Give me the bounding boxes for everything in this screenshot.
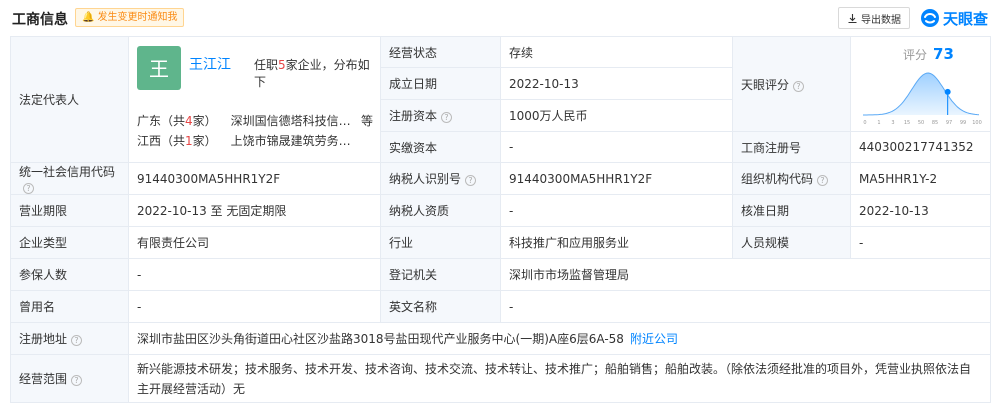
scope-value: 新兴能源技术研发；技术服务、技术开发、技术咨询、技术交流、技术转让、技术推广；船… [128,354,991,403]
help-icon[interactable]: ? [71,375,83,386]
business-info-table: 法定代表人 王 王江江 任职5家企业，分布如下 广东（共4家） 深圳国信德塔科技… [10,36,991,403]
legal-rep-label: 法定代表人 [10,36,129,163]
logo-text: 天眼查 [943,9,989,28]
score-value: 73 [933,45,954,63]
field-value: 91440300MA5HHR1Y2F [128,162,381,195]
field-value: 科技推广和应用服务业 [500,226,733,259]
header: 工商信息 🔔 发生变更时通知我 导出数据 天眼查 [0,0,1000,36]
reg-no-label: 工商注册号 [732,131,851,163]
field-value: - [128,290,381,323]
help-icon[interactable]: ? [817,175,829,186]
field-value: 2022-10-13 至 无固定期限 [128,194,381,227]
field-label: 人员规模 [732,226,851,259]
field-label: 英文名称 [380,290,501,323]
field-value: MA5HHR1Y-2 [850,162,991,195]
notify-label: 发生变更时通知我 [97,12,178,23]
tianyan-score-cell[interactable]: 评分 73 0 1 3 15 50 85 97 99 100 [850,36,991,132]
field-label: 行业 [380,226,501,259]
field-label: 注册资本? [380,99,501,132]
region-more: 等 [360,113,373,128]
field-value: - [500,290,991,323]
field-value: 2022-10-13 [850,194,991,227]
tianyan-score-label: 天眼评分? [732,36,851,132]
score-display: 评分 73 [903,45,954,63]
field-label: 实缴资本 [380,131,501,163]
reg-no-value: 440300217741352 [850,131,991,163]
field-label: 登记机关 [380,258,501,291]
field-value: 存续 [500,36,733,68]
axis-tick-label: 3 [891,120,894,126]
region-row[interactable]: 江西（共1家） 上饶市锦晟建筑劳务… [137,132,373,149]
region-label: 广东（共4家） [137,113,217,128]
help-icon[interactable]: ? [71,335,83,346]
field-label: 企业类型 [10,226,129,259]
nearby-companies-link[interactable]: 附近公司 [630,332,678,346]
legal-rep-name[interactable]: 王江江 [189,54,231,74]
field-value: 深圳市市场监督管理局 [500,258,991,291]
field-value: - [500,194,733,227]
field-label: 参保人数 [10,258,129,291]
help-icon[interactable]: ? [793,80,805,92]
field-value: - [850,226,991,259]
help-icon[interactable]: ? [23,183,34,194]
legal-rep-cell: 王 王江江 任职5家企业，分布如下 广东（共4家） 深圳国信德塔科技信… 等 江… [128,36,381,163]
address-label: 注册地址? [10,322,129,355]
field-label: 组织机构代码? [732,162,851,195]
download-icon [848,13,857,23]
axis-tick-label: 85 [932,120,938,126]
logo-icon [921,9,939,27]
bell-icon: 🔔 [82,12,95,23]
export-button[interactable]: 导出数据 [838,7,910,29]
scope-label: 经营范围? [10,354,129,403]
axis-tick-label: 100 [972,120,982,126]
export-label: 导出数据 [861,14,901,26]
notify-button[interactable]: 🔔 发生变更时通知我 [75,8,185,27]
axis-tick-label: 0 [863,120,866,126]
axis-tick-label: 99 [960,120,966,126]
field-value: 1000万人民币 [500,99,733,132]
field-value: 91440300MA5HHR1Y2F [500,162,733,195]
tianyancha-logo: 天眼查 [920,6,988,30]
field-value: 2022-10-13 [500,67,733,100]
field-value: - [500,131,733,163]
region-company: 上饶市锦晟建筑劳务… [230,133,351,148]
distribution-area [863,73,979,115]
section-title: 工商信息 [12,12,68,28]
address-value: 深圳市盐田区沙头角街道田心社区沙盐路3018号盐田现代产业服务中心(一期)A座6… [128,322,991,355]
legal-rep-duty: 任职5家企业，分布如下 [254,57,370,89]
help-icon[interactable]: ? [441,112,453,123]
field-label: 核准日期 [732,194,851,227]
field-label: 经营状态 [380,36,501,68]
help-icon[interactable]: ? [465,175,477,186]
field-label: 统一社会信用代码? [10,162,129,195]
axis-tick-label: 1 [877,120,880,126]
score-distribution-chart: 0 1 3 15 50 85 97 99 100 [863,72,982,126]
axis-tick-label: 50 [918,120,924,126]
field-label: 纳税人资质 [380,194,501,227]
axis-tick-label: 97 [946,120,952,126]
region-company: 深圳国信德塔科技信… [230,113,351,128]
field-value: 有限责任公司 [128,226,381,259]
field-value: - [128,258,381,291]
field-label: 曾用名 [10,290,129,323]
score-marker-pin [944,88,951,95]
field-label: 成立日期 [380,67,501,100]
avatar: 王 [137,45,181,90]
region-row[interactable]: 广东（共4家） 深圳国信德塔科技信… 等 [137,112,373,129]
field-label: 纳税人识别号? [380,162,501,195]
field-label: 营业期限 [10,194,129,227]
region-label: 江西（共1家） [137,133,217,148]
axis-tick-label: 15 [904,120,910,126]
